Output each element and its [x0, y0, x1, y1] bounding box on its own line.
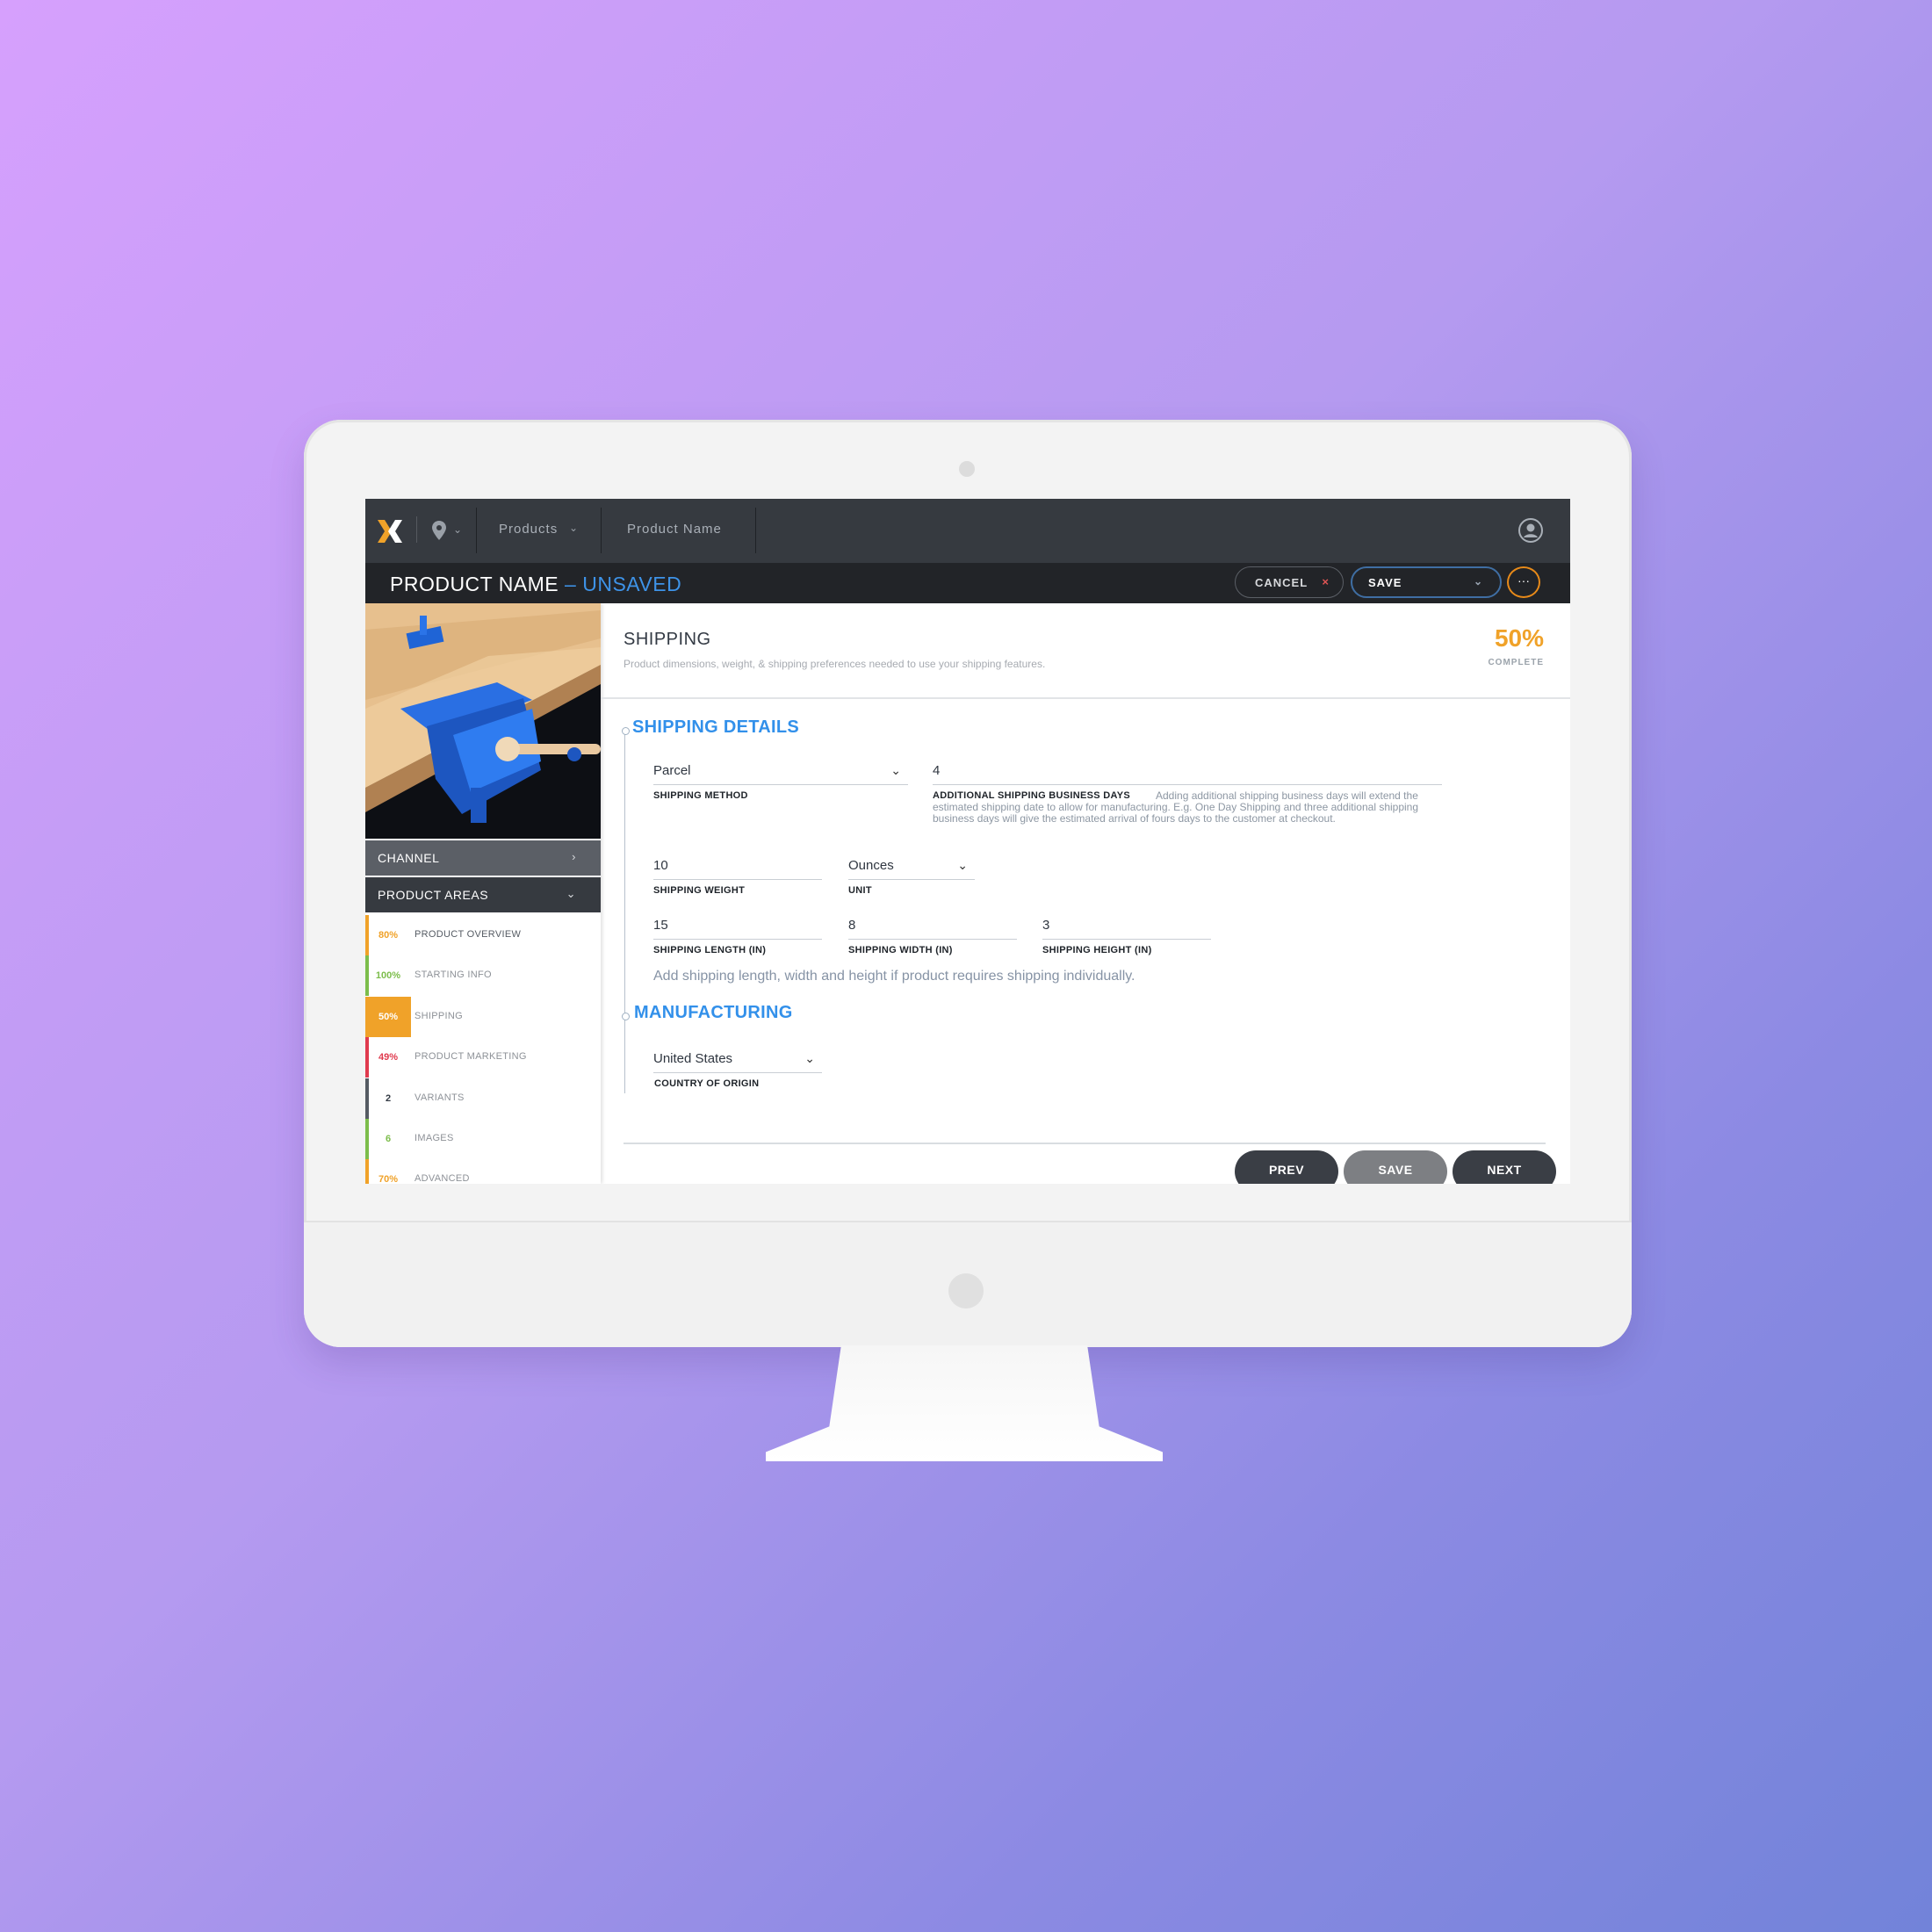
area-name: IMAGES: [415, 1133, 454, 1143]
timeline-dot: [622, 1013, 630, 1020]
cancel-button[interactable]: CANCEL ×: [1235, 566, 1344, 598]
shipping-method-label: SHIPPING METHOD: [653, 790, 748, 801]
shipping-method-select[interactable]: Parcel ⌄: [653, 761, 908, 785]
section-description: Product dimensions, weight, & shipping p…: [624, 658, 1046, 670]
close-icon: ×: [1322, 575, 1329, 588]
camera-icon: [959, 461, 975, 477]
area-name: SHIPPING: [415, 1011, 463, 1021]
country-value: United States: [653, 1051, 733, 1066]
business-days-input[interactable]: 4: [933, 761, 1442, 785]
nav-divider: [416, 516, 417, 543]
area-name: ADVANCED: [415, 1173, 470, 1184]
area-item-advanced[interactable]: 70% ADVANCED: [365, 1159, 601, 1184]
location-pin-icon[interactable]: [432, 521, 446, 540]
product-areas-label: PRODUCT AREAS: [378, 888, 489, 902]
top-nav-bar: ⌄ Products ⌄ Product Name: [365, 499, 1570, 564]
app-screen: ⌄ Products ⌄ Product Name PRODUCT NAME –…: [365, 499, 1570, 1184]
business-days-value: 4: [933, 763, 941, 778]
shipping-weight-input[interactable]: 10: [653, 856, 822, 880]
main-content: SHIPPING Product dimensions, weight, & s…: [601, 603, 1570, 1184]
save-button[interactable]: SAVE: [1344, 1150, 1447, 1184]
prev-button[interactable]: PREV: [1235, 1150, 1338, 1184]
area-item-variants[interactable]: 2 VARIANTS: [365, 1078, 601, 1119]
area-name: STARTING INFO: [415, 970, 492, 980]
area-count: 6: [385, 1134, 392, 1144]
area-pct: 70%: [378, 1174, 399, 1184]
shipping-width-value: 8: [848, 918, 856, 933]
completion-percent: 50%: [1494, 624, 1544, 652]
channel-toggle[interactable]: CHANNEL ›: [365, 840, 601, 876]
chevron-down-icon: ⌄: [566, 887, 576, 900]
shipping-width-input[interactable]: 8: [848, 916, 1017, 940]
nav-divider: [601, 508, 602, 553]
shipping-method-value: Parcel: [653, 763, 691, 778]
area-item-starting-info[interactable]: 100% STARTING INFO: [365, 955, 601, 996]
dimensions-help: Add shipping length, width and height if…: [653, 969, 1135, 984]
country-of-origin-select[interactable]: United States ⌄: [653, 1049, 822, 1073]
footer-divider: [624, 1143, 1546, 1144]
shipping-width-label: SHIPPING WIDTH (IN): [848, 945, 953, 955]
shipping-height-input[interactable]: 3: [1042, 916, 1211, 940]
shipping-height-label: SHIPPING HEIGHT (IN): [1042, 945, 1152, 955]
products-chevron-down-icon[interactable]: ⌄: [569, 522, 578, 534]
shipping-height-value: 3: [1042, 918, 1050, 933]
save-button-label: SAVE: [1368, 576, 1402, 589]
shipping-weight-label: SHIPPING WEIGHT: [653, 885, 746, 896]
area-item-product-overview[interactable]: 80% PRODUCT OVERVIEW: [365, 915, 601, 955]
chevron-down-icon: ⌄: [804, 1051, 815, 1065]
completion-label: COMPLETE: [1488, 658, 1544, 667]
nav-divider: [755, 508, 756, 553]
shipping-weight-value: 10: [653, 858, 668, 873]
chevron-down-icon: ⌄: [957, 858, 968, 872]
title-bar: PRODUCT NAME – UNSAVED CANCEL × SAVE ⌄ ·…: [365, 563, 1570, 603]
user-account-icon[interactable]: [1517, 517, 1544, 544]
more-options-button[interactable]: ···: [1507, 566, 1540, 598]
location-chevron-down-icon[interactable]: ⌄: [453, 523, 462, 536]
area-pct: 49%: [378, 1052, 399, 1063]
area-item-shipping[interactable]: 50% SHIPPING: [365, 997, 601, 1037]
chevron-down-icon: ⌄: [890, 763, 901, 777]
country-label: COUNTRY OF ORIGIN: [654, 1078, 760, 1089]
section-timeline: [624, 732, 625, 1093]
shipping-length-value: 15: [653, 918, 668, 933]
chevron-right-icon: ›: [572, 850, 576, 863]
shipping-details-title: SHIPPING DETAILS: [632, 717, 800, 737]
monitor-stand: [766, 1345, 1163, 1461]
chevron-down-icon: ⌄: [1473, 575, 1482, 588]
unit-select[interactable]: Ounces ⌄: [848, 856, 975, 880]
nav-product-name[interactable]: Product Name: [627, 522, 722, 537]
area-pct: 100%: [375, 970, 401, 981]
manufacturing-title: MANUFACTURING: [634, 1003, 793, 1022]
channel-label: CHANNEL: [378, 851, 440, 865]
section-title: SHIPPING: [624, 630, 711, 649]
next-button[interactable]: NEXT: [1453, 1150, 1556, 1184]
business-days-help: Adding additional shipping business days…: [933, 789, 1419, 825]
area-item-images[interactable]: 6 IMAGES: [365, 1119, 601, 1159]
unsaved-status: – UNSAVED: [565, 573, 682, 595]
area-pct: 80%: [378, 930, 399, 941]
cancel-button-label: CANCEL: [1255, 576, 1308, 589]
product-image[interactable]: [365, 603, 601, 839]
area-name: PRODUCT OVERVIEW: [415, 929, 522, 940]
area-name: VARIANTS: [415, 1092, 465, 1103]
area-item-product-marketing[interactable]: 49% PRODUCT MARKETING: [365, 1037, 601, 1078]
area-name: PRODUCT MARKETING: [415, 1051, 527, 1062]
shipping-length-label: SHIPPING LENGTH (IN): [653, 945, 767, 955]
sidebar: CHANNEL › PRODUCT AREAS ⌄ 80% PRODUCT OV…: [365, 603, 601, 1184]
shipping-length-input[interactable]: 15: [653, 916, 822, 940]
area-pct: 50%: [365, 997, 411, 1037]
unit-label: UNIT: [848, 885, 872, 896]
header-divider: [601, 697, 1570, 699]
nav-divider: [476, 508, 477, 553]
product-name-title: PRODUCT NAME: [390, 573, 559, 595]
unit-value: Ounces: [848, 858, 894, 873]
monitor-button-icon: [948, 1273, 984, 1308]
timeline-dot: [622, 727, 630, 735]
save-dropdown-button[interactable]: SAVE ⌄: [1351, 566, 1502, 598]
nav-products[interactable]: Products: [499, 522, 558, 537]
area-count: 2: [385, 1093, 392, 1104]
app-logo-icon[interactable]: [378, 520, 402, 543]
product-areas-toggle[interactable]: PRODUCT AREAS ⌄: [365, 877, 601, 912]
page-title: PRODUCT NAME – UNSAVED: [390, 573, 681, 596]
